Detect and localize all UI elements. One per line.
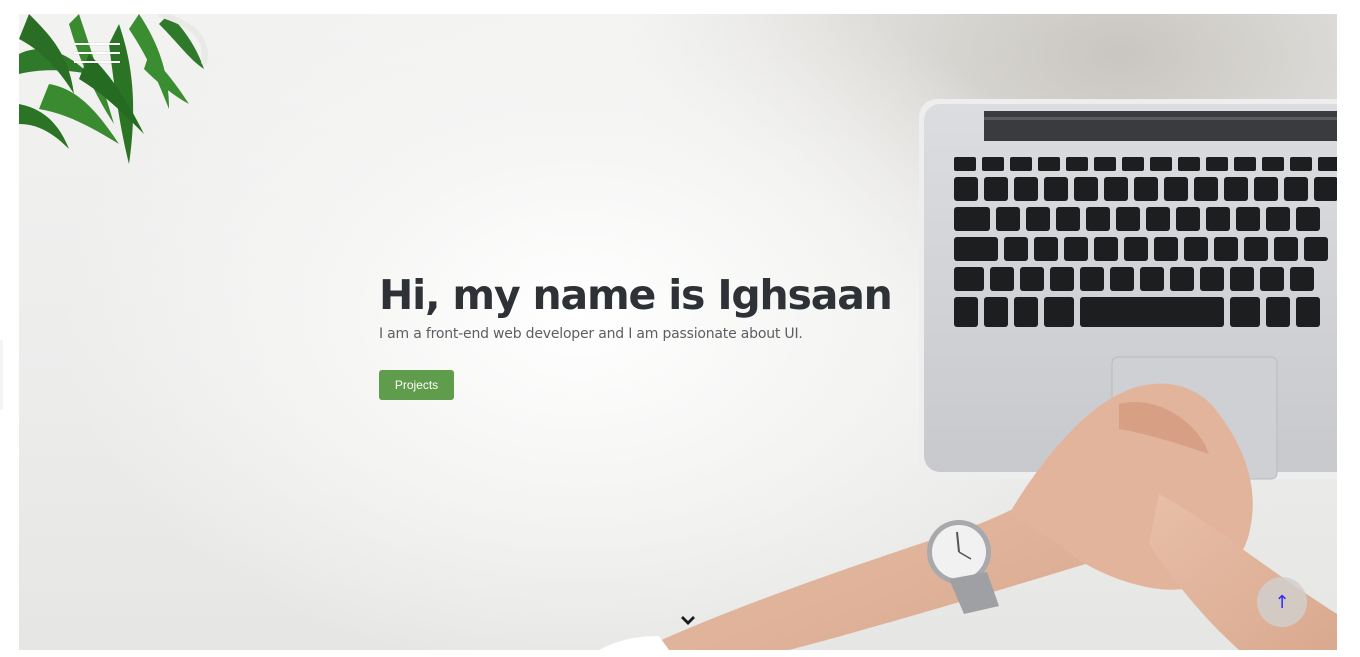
tagline: I am a front-end web developer and I am …: [379, 326, 803, 342]
intro-block: Hi, my name is Ighsaan I am a front-end …: [379, 270, 899, 400]
arrow-up-icon: ↑: [1274, 591, 1290, 613]
projects-button[interactable]: Projects: [379, 370, 454, 400]
menu-bar: [74, 61, 120, 63]
chevron-down-icon[interactable]: [680, 615, 696, 629]
hero-section: Hi, my name is Ighsaan I am a front-end …: [19, 14, 1337, 650]
hands-and-watch-image: [599, 383, 1337, 650]
menu-bar: [74, 52, 120, 54]
hamburger-menu-icon[interactable]: [74, 43, 120, 65]
menu-bar: [74, 43, 120, 45]
plant-image: [19, 14, 208, 164]
scroll-to-top-button[interactable]: ↑: [1257, 577, 1307, 627]
page-title: Hi, my name is Ighsaan: [379, 271, 893, 319]
side-edge-tab: [0, 340, 3, 410]
